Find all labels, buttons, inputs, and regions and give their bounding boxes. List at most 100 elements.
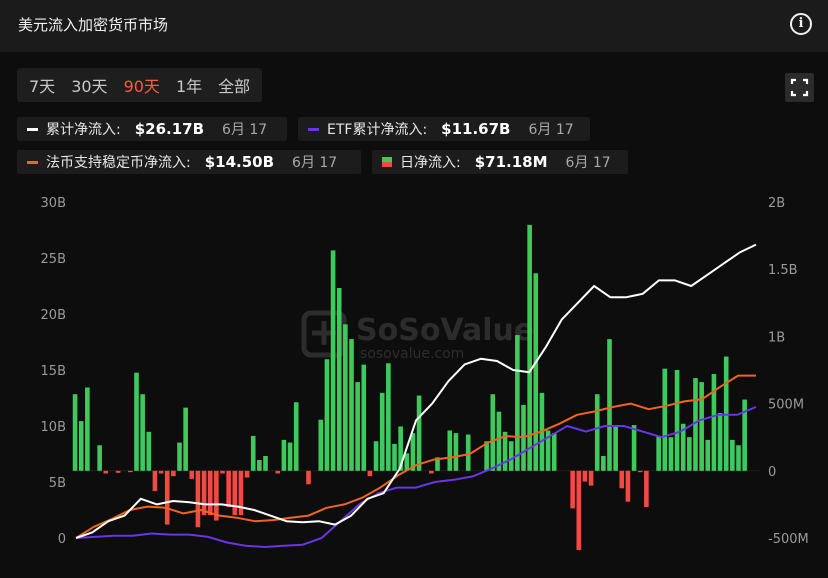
daily-inflow-bar bbox=[723, 356, 729, 471]
daily-inflow-bar bbox=[601, 456, 606, 471]
daily-inflow-bar bbox=[656, 435, 661, 471]
left-axis-tick-label: 0 bbox=[58, 532, 66, 547]
left-axis-tick-label: 30B bbox=[41, 196, 66, 211]
daily-inflow-bar bbox=[140, 394, 145, 471]
daily-outflow-bar bbox=[306, 470, 311, 485]
watermark-url: sosovalue.com bbox=[360, 346, 464, 362]
tab-30d[interactable]: 30天 bbox=[63, 73, 115, 97]
daily-inflow-bar bbox=[78, 421, 84, 471]
daily-inflow-bar bbox=[465, 434, 471, 471]
daily-outflow-bar bbox=[625, 470, 631, 502]
daily-inflow-bar bbox=[551, 433, 557, 471]
daily-outflow-bar bbox=[576, 470, 582, 551]
daily-outflow-bar bbox=[189, 470, 195, 479]
daily-inflow-bar bbox=[447, 430, 453, 471]
daily-outflow-bar bbox=[158, 470, 164, 474]
daily-inflow-bar bbox=[717, 413, 723, 471]
daily-outflow-bar bbox=[429, 470, 434, 474]
time-range-tabs: 7天 30天 90天 1年 全部 bbox=[17, 68, 263, 102]
legend-etf[interactable]: ETF累计净流入: $11.67B 6月 17 bbox=[298, 117, 590, 141]
daily-inflow-bar bbox=[343, 324, 348, 471]
daily-outflow-bar bbox=[207, 470, 213, 516]
daily-inflow-bar bbox=[97, 445, 102, 471]
daily-outflow-bar bbox=[214, 470, 219, 521]
etf-cumulative-line bbox=[75, 406, 757, 548]
legend-cumulative-label: 累计净流入: bbox=[46, 122, 121, 138]
daily-inflow-bar bbox=[668, 437, 674, 471]
daily-inflow-bar bbox=[631, 425, 637, 471]
tab-all[interactable]: 全部 bbox=[210, 73, 258, 97]
daily-inflow-bar bbox=[699, 382, 704, 471]
daily-inflow-bar bbox=[711, 374, 717, 471]
daily-outflow-bar bbox=[171, 470, 176, 477]
right-axis-tick-label: -500M bbox=[768, 532, 809, 547]
daily-outflow-bar bbox=[226, 470, 231, 508]
right-axis-tick-label: 0 bbox=[768, 465, 776, 480]
daily-inflow-bar bbox=[72, 394, 78, 471]
panel-header: 美元流入加密货币市场 i bbox=[0, 0, 828, 52]
legend-cumulative-date: 6月 17 bbox=[222, 122, 268, 138]
legend-etf-value: $11.67B bbox=[441, 120, 511, 138]
tab-1y[interactable]: 1年 bbox=[168, 73, 210, 97]
cumulative-inflow-line bbox=[75, 243, 757, 539]
right-axis-tick-label: 1.5B bbox=[768, 263, 798, 278]
legend-stablecoin[interactable]: 法币支持稳定币净流入: $14.50B 6月 17 bbox=[17, 150, 361, 174]
daily-inflow-bar bbox=[613, 426, 618, 471]
daily-outflow-bar bbox=[644, 470, 649, 508]
daily-inflow-bar bbox=[379, 392, 385, 471]
daily-inflow-bar bbox=[336, 288, 342, 471]
daily-inflow-bar bbox=[594, 394, 600, 471]
daily-inflow-bar bbox=[674, 370, 680, 471]
tab-7d[interactable]: 7天 bbox=[21, 73, 63, 97]
legend-cumulative-value: $26.17B bbox=[134, 120, 205, 138]
daily-inflow-bar bbox=[392, 443, 397, 471]
legend-line-orange bbox=[27, 160, 38, 164]
legend-line-purple bbox=[308, 127, 319, 131]
daily-inflow-bar bbox=[134, 372, 139, 471]
daily-inflow-bar bbox=[355, 382, 360, 471]
tab-90d[interactable]: 90天 bbox=[116, 73, 168, 97]
daily-inflow-bar bbox=[183, 407, 188, 471]
daily-inflow-bar bbox=[496, 411, 502, 471]
daily-inflow-bar bbox=[484, 441, 489, 471]
right-axis-tick-label: 500M bbox=[768, 398, 804, 413]
daily-outflow-bar bbox=[152, 470, 158, 491]
fullscreen-icon[interactable] bbox=[785, 73, 814, 102]
daily-inflow-bar bbox=[318, 419, 324, 471]
daily-inflow-bar bbox=[404, 453, 410, 471]
legend-stablecoin-date: 6月 17 bbox=[292, 155, 338, 171]
daily-outflow-bar bbox=[128, 470, 133, 473]
daily-outflow-bar bbox=[244, 470, 250, 478]
legend-line-white bbox=[27, 127, 38, 131]
daily-inflow-bar bbox=[373, 441, 379, 471]
daily-inflow-bar bbox=[515, 335, 520, 471]
daily-inflow-bar bbox=[705, 439, 711, 471]
left-axis-tick-label: 10B bbox=[41, 420, 66, 435]
daily-inflow-bar bbox=[349, 339, 354, 471]
inflow-chart: SoSoValue sosovalue.com 0 5B 10B 15B 20B 25B 3… bbox=[41, 196, 809, 551]
left-axis-tick-label: 25B bbox=[41, 252, 66, 267]
daily-inflow-bar bbox=[416, 395, 422, 471]
daily-inflow-bar bbox=[85, 387, 90, 471]
daily-inflow-bar bbox=[250, 435, 256, 471]
daily-inflow-bar bbox=[736, 445, 741, 471]
legend-etf-label: ETF累计净流入: bbox=[327, 122, 428, 138]
left-axis-tick-label: 15B bbox=[41, 364, 66, 379]
daily-outflow-bar bbox=[232, 470, 238, 516]
legend-box-green-red bbox=[382, 157, 392, 167]
daily-inflow-bar bbox=[263, 456, 268, 471]
legend-daily-label: 日净流入: bbox=[400, 155, 461, 171]
daily-outflow-bar bbox=[619, 470, 625, 489]
daily-inflow-bar bbox=[361, 364, 367, 471]
daily-inflow-bar bbox=[146, 431, 152, 471]
daily-inflow-bar bbox=[453, 433, 459, 471]
daily-outflow-bar bbox=[201, 470, 207, 516]
daily-inflow-bar bbox=[324, 359, 330, 471]
legend-stablecoin-value: $14.50B bbox=[204, 153, 275, 171]
daily-inflow-bar bbox=[386, 363, 391, 471]
daily-inflow-bar bbox=[330, 250, 336, 471]
legend-cumulative[interactable]: 累计净流入: $26.17B 6月 17 bbox=[17, 117, 287, 141]
legend-daily[interactable]: 日净流入: $71.18M 6月 17 bbox=[372, 150, 628, 174]
daily-inflow-bar bbox=[533, 273, 539, 471]
info-icon[interactable]: i bbox=[790, 13, 812, 35]
